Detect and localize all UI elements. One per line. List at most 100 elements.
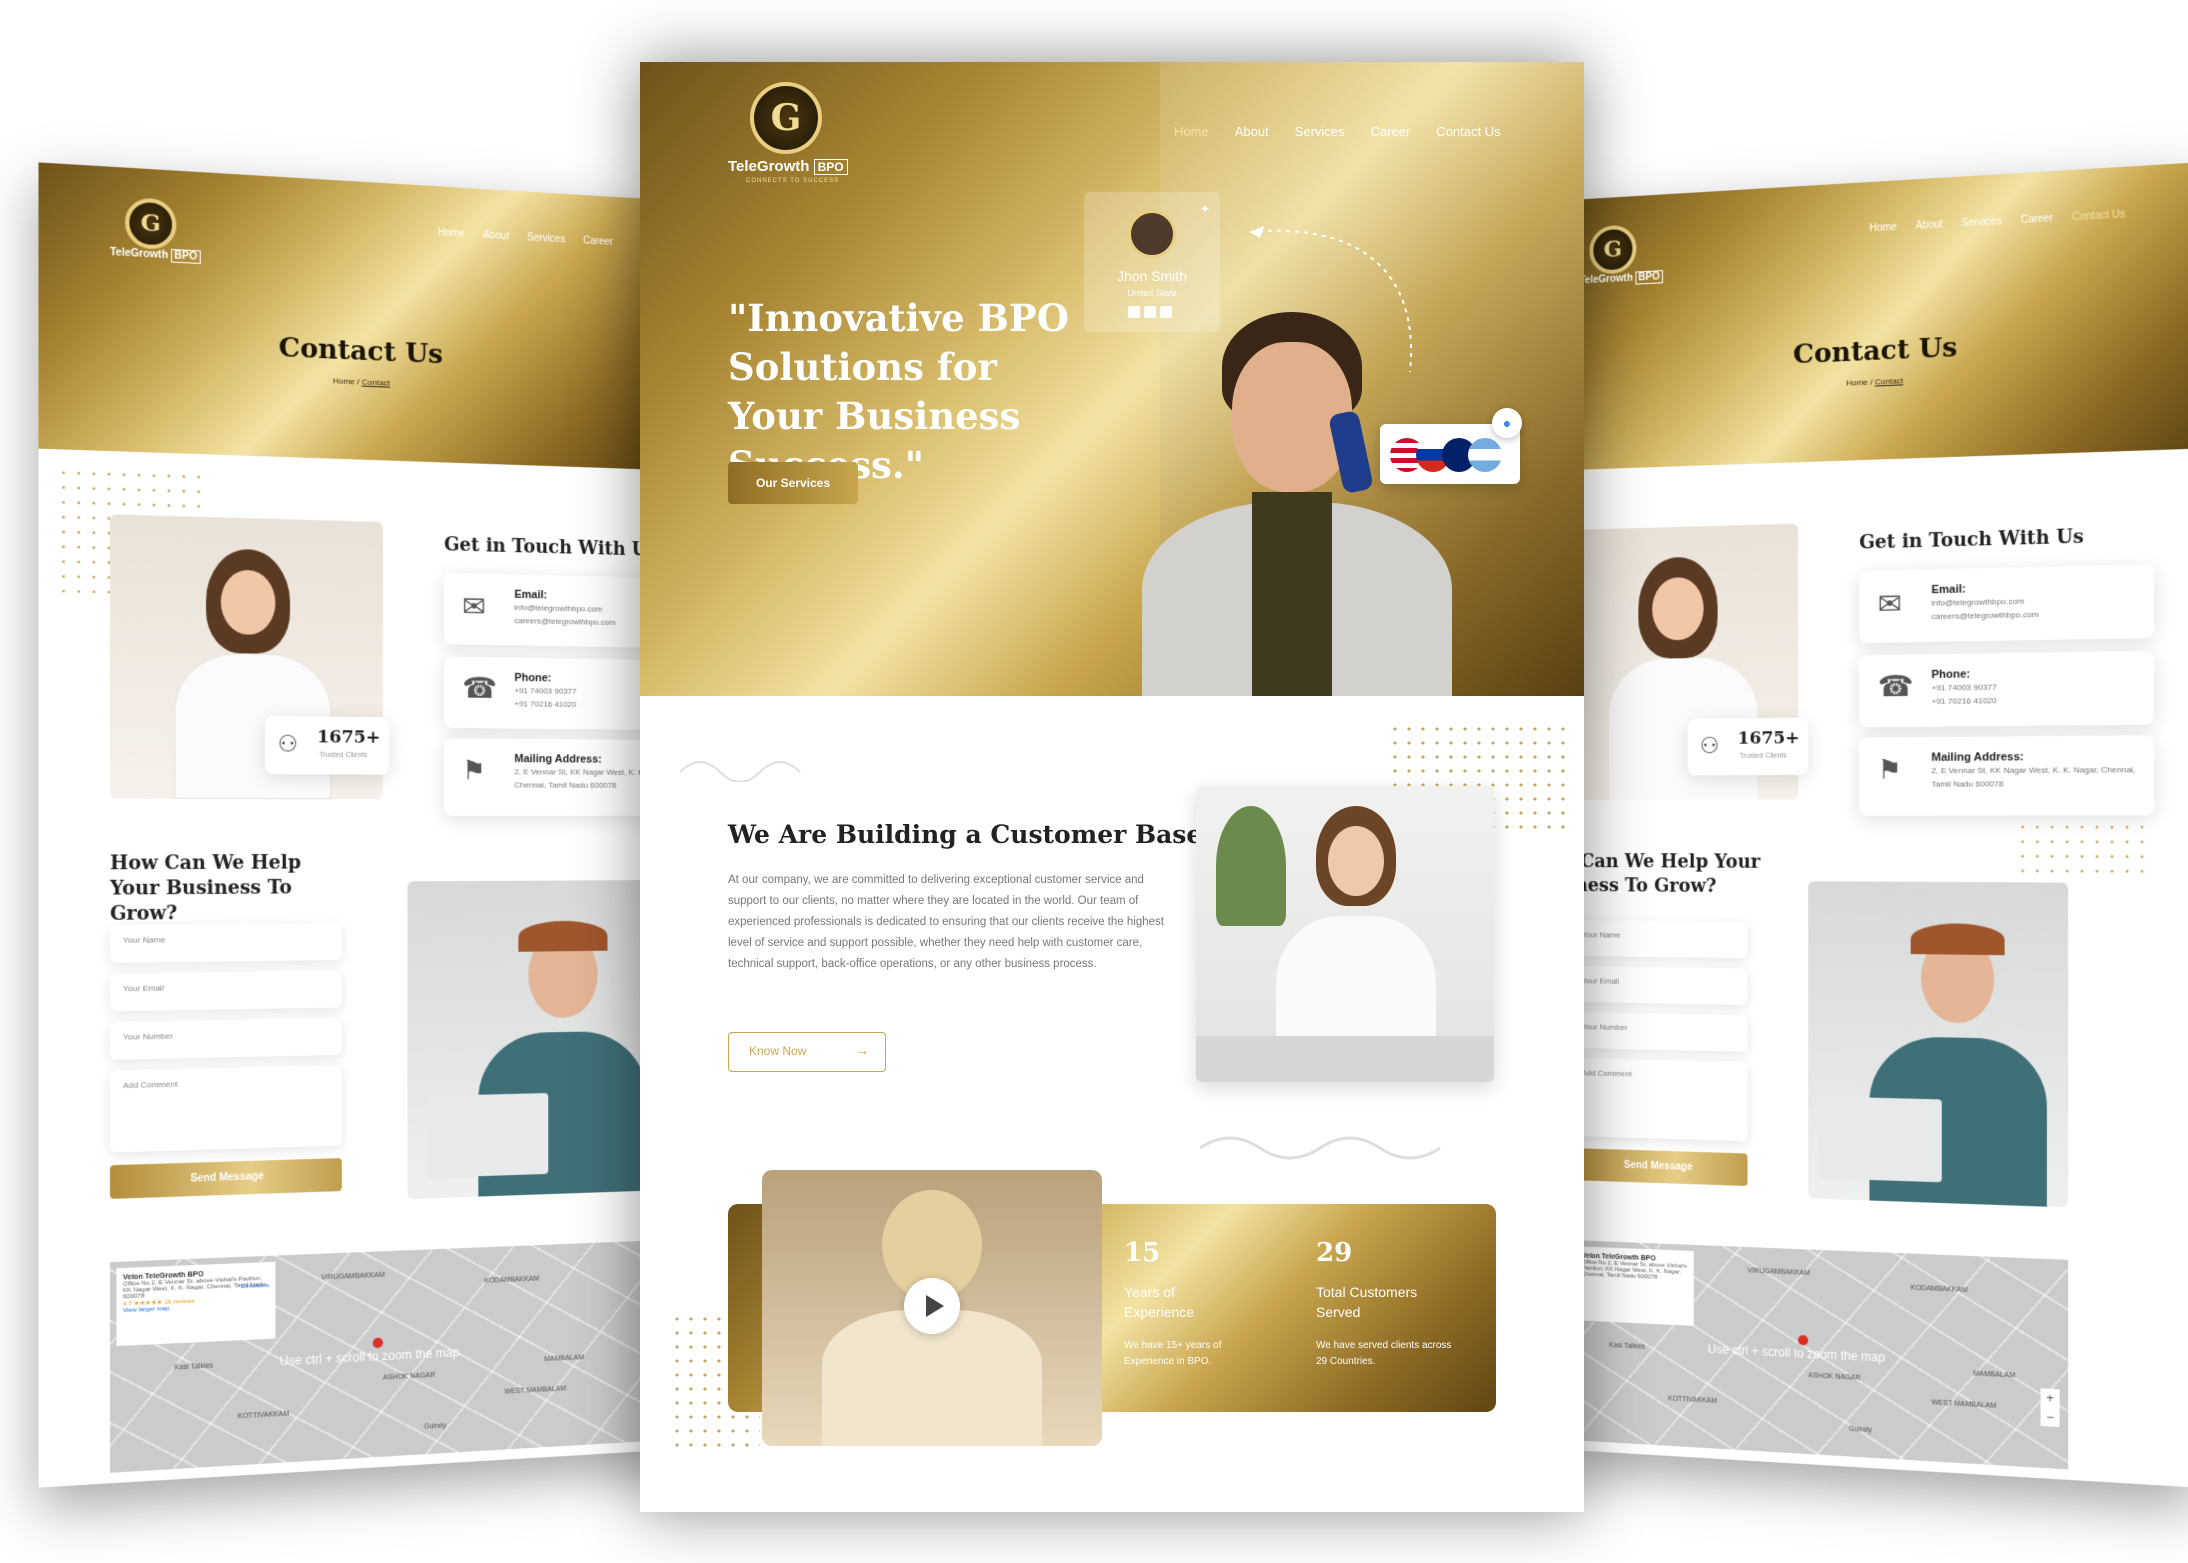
- breadcrumb-home[interactable]: Home: [1846, 378, 1868, 388]
- envelope-icon: ✉: [1878, 587, 1902, 622]
- location-map[interactable]: Velon TeleGrowth BPO Office No 2, E Venn…: [110, 1240, 666, 1473]
- breadcrumb-separator: /: [1870, 377, 1872, 386]
- nav-about[interactable]: About: [483, 230, 509, 243]
- nav-contact[interactable]: Contact Us: [2072, 209, 2125, 224]
- nav-services[interactable]: Services: [1961, 216, 2001, 230]
- send-message-button[interactable]: Send Message: [110, 1158, 342, 1199]
- map-place-label: Guindy: [424, 1422, 446, 1430]
- nav-home[interactable]: Home: [438, 227, 465, 240]
- support-agent-photo: [1196, 786, 1494, 1082]
- comment-textarea[interactable]: Add Comment: [110, 1065, 342, 1152]
- map-place-address: Office No 2, E Vennar St, above Vishal's…: [1582, 1259, 1688, 1282]
- number-input[interactable]: Your Number: [110, 1018, 342, 1060]
- logo-icon[interactable]: G: [125, 197, 176, 250]
- logo-text[interactable]: TeleGrowth BPO: [110, 247, 200, 263]
- email-input[interactable]: Your Email: [110, 970, 342, 1011]
- facebook-icon[interactable]: [1128, 306, 1140, 318]
- customers-label: Total Customers Served: [1316, 1282, 1456, 1322]
- map-zoom-controls[interactable]: + −: [2041, 1388, 2060, 1427]
- number-input[interactable]: Your Number: [1570, 1012, 1748, 1052]
- logo-icon[interactable]: G: [1589, 224, 1636, 275]
- clients-icon: ⚇: [1700, 733, 1720, 759]
- clients-count: 1675+: [1738, 728, 1800, 749]
- decor-wave: [680, 752, 820, 782]
- profile-social-icons: [1128, 306, 1172, 318]
- breadcrumb-current: Contact: [362, 377, 390, 387]
- get-in-touch-title: Get in Touch With Us: [444, 534, 657, 561]
- page-header: G TeleGrowth BPO Home About Services Car…: [1570, 162, 2188, 470]
- comment-textarea[interactable]: Add Comment: [1570, 1058, 1748, 1141]
- nav-services[interactable]: Services: [527, 232, 565, 245]
- nav-contact[interactable]: Contact Us: [1436, 124, 1500, 139]
- contact-page-left: G TeleGrowth BPO Home About Services Car…: [39, 162, 666, 1487]
- decor-wave: [1200, 1122, 1460, 1162]
- address-value: 2, E Vennar St, KK Nagar West, K. K. Nag…: [1931, 763, 2137, 791]
- location-pin-icon: ●: [1492, 408, 1522, 438]
- nav-home[interactable]: Home: [1174, 124, 1209, 139]
- email-value-2[interactable]: careers@telegrowthbpo.com: [1931, 608, 2038, 624]
- nav-services[interactable]: Services: [1295, 124, 1345, 139]
- phone-value-1[interactable]: +91 74003 90377: [514, 684, 576, 698]
- name-input[interactable]: Your Name: [1570, 920, 1748, 958]
- phone-card: ☎ Phone: +91 74003 90377 +91 70216 41020: [444, 656, 666, 730]
- email-value-2[interactable]: careers@telegrowthbpo.com: [514, 614, 615, 629]
- location-map[interactable]: Velon TeleGrowth BPO Office No 2, E Venn…: [1570, 1240, 2068, 1469]
- brand-tagline: CONNECTS TO SUCCESS: [746, 178, 839, 184]
- breadcrumb-current: Contact: [1875, 376, 1903, 386]
- linkedin-icon[interactable]: [1160, 306, 1172, 318]
- nav-about[interactable]: About: [1235, 124, 1269, 139]
- email-input[interactable]: Your Email: [1570, 966, 1748, 1005]
- hero-title: "Innovative BPO Solutions for Your Busin…: [728, 294, 1088, 490]
- breadcrumb-home[interactable]: Home: [333, 376, 355, 386]
- logo-text[interactable]: TeleGrowth BPO: [728, 158, 848, 175]
- decor-dots: [2015, 820, 2143, 883]
- main-nav: Home About Services Career Contact Us: [1174, 124, 1501, 139]
- brand-name: TeleGrowth: [728, 158, 809, 175]
- phone-value-2[interactable]: +91 70216 41020: [514, 697, 576, 711]
- know-now-button[interactable]: Know Now →: [728, 1032, 886, 1072]
- clients-icon: ⚇: [278, 731, 299, 758]
- help-title: How Can We Help Your Business To Grow?: [1570, 850, 1768, 899]
- breadcrumb-separator: /: [357, 377, 359, 386]
- map-directions-link[interactable]: Directions: [241, 1283, 269, 1290]
- agent-photo: [1808, 881, 2068, 1207]
- twitter-icon[interactable]: ✦: [1200, 202, 1210, 216]
- our-services-button[interactable]: Our Services: [728, 462, 858, 504]
- nav-career[interactable]: Career: [2021, 213, 2053, 226]
- email-card: ✉ Email: info@telegrowthbpo.com careers@…: [1859, 564, 2154, 643]
- trusted-clients-badge: ⚇ 1675+ Trusted Clients: [265, 716, 389, 775]
- logo-text[interactable]: TeleGrowth BPO: [1580, 271, 1663, 286]
- video-thumbnail[interactable]: [762, 1170, 1102, 1446]
- nav-career[interactable]: Career: [583, 235, 613, 248]
- argentina-flag-icon: [1468, 438, 1502, 472]
- customers-description: We have served clients across 29 Countri…: [1316, 1338, 1456, 1370]
- instagram-icon[interactable]: [1144, 306, 1156, 318]
- phone-label: Phone:: [1931, 668, 1996, 681]
- main-nav: Home About Services Career Contact Us: [1869, 209, 2125, 235]
- main-nav: Home About Services Career: [438, 227, 613, 248]
- years-description: We have 15+ years of Experience in BPO.: [1124, 1338, 1244, 1370]
- send-message-button[interactable]: Send Message: [1570, 1148, 1748, 1186]
- nav-about[interactable]: About: [1916, 219, 1943, 232]
- contact-page-right: G TeleGrowth BPO Home About Services Car…: [1570, 162, 2188, 1487]
- play-button-icon[interactable]: [904, 1278, 960, 1334]
- get-in-touch-title: Get in Touch With Us: [1859, 526, 2084, 554]
- nav-career[interactable]: Career: [1371, 124, 1411, 139]
- arrow-right-icon: →: [855, 1042, 869, 1058]
- brand-suffix: BPO: [814, 159, 848, 175]
- address-card: ⚑ Mailing Address: 2, E Vennar St, KK Na…: [1859, 735, 2154, 816]
- phone-value-2[interactable]: +91 70216 41020: [1931, 694, 1996, 708]
- about-text: At our company, we are committed to deli…: [728, 870, 1168, 975]
- nav-home[interactable]: Home: [1869, 222, 1896, 235]
- phone-card: ☎ Phone: +91 74003 90377 +91 70216 41020: [1859, 651, 2154, 728]
- profile-country: United State: [1084, 288, 1220, 298]
- profile-name: Jhon Smith: [1084, 268, 1220, 284]
- map-pin-icon: [1798, 1335, 1808, 1346]
- phone-value-1[interactable]: +91 74003 90377: [1931, 680, 1996, 694]
- know-now-label: Know Now: [749, 1044, 806, 1058]
- logo-icon[interactable]: G: [750, 82, 822, 154]
- avatar: [1128, 210, 1176, 258]
- name-input[interactable]: Your Name: [110, 923, 342, 963]
- profile-card: ✦ Jhon Smith United State: [1084, 192, 1220, 332]
- hero-section: G TeleGrowth BPO CONNECTS TO SUCCESS Hom…: [640, 62, 1584, 696]
